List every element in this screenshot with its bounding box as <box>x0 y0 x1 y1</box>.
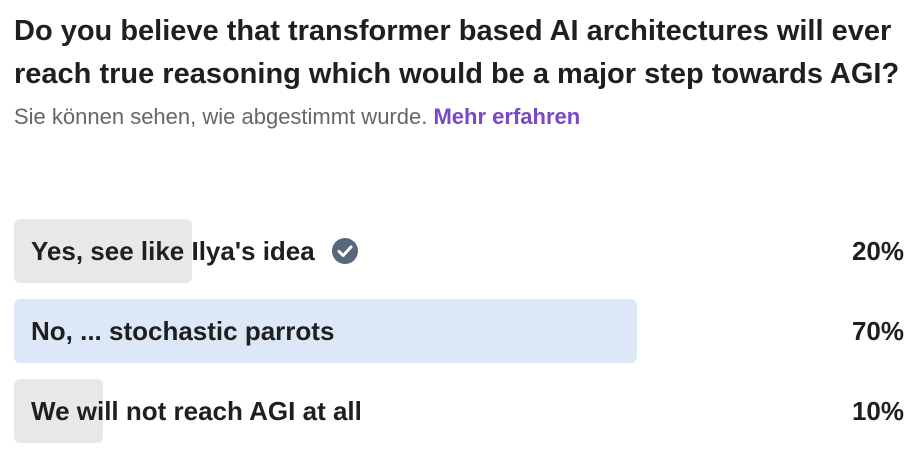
poll-option-percent: 70% <box>851 316 904 346</box>
poll-option-percent: 10% <box>851 396 904 426</box>
poll-option-label: We will not reach AGI at all <box>31 396 362 426</box>
poll-option-label-wrap: No, ... stochastic parrots <box>31 299 334 363</box>
poll-card: Do you believe that transformer based AI… <box>14 0 904 443</box>
poll-option-percent: 20% <box>851 236 904 266</box>
check-icon <box>331 237 359 265</box>
poll-option-yes[interactable]: Yes, see like Ilya's idea 20% <box>14 219 904 283</box>
poll-option-no-agi[interactable]: We will not reach AGI at all 10% <box>14 379 904 443</box>
poll-visibility-note: Sie können sehen, wie abgestimmt wurde. … <box>14 102 904 132</box>
poll-option-label: No, ... stochastic parrots <box>31 316 335 346</box>
poll-option-label-wrap: We will not reach AGI at all <box>31 379 362 443</box>
poll-question: Do you believe that transformer based AI… <box>14 15 900 90</box>
visibility-text: Sie können sehen, wie abgestimmt wurde. <box>14 104 428 129</box>
learn-more-link[interactable]: Mehr erfahren <box>433 104 580 129</box>
poll-option-label-wrap: Yes, see like Ilya's idea <box>31 219 359 283</box>
poll-option-label: Yes, see like Ilya's idea <box>31 236 315 266</box>
poll-options: Yes, see like Ilya's idea 20% No, ... st… <box>14 219 904 459</box>
poll-option-no[interactable]: No, ... stochastic parrots 70% <box>14 299 904 363</box>
